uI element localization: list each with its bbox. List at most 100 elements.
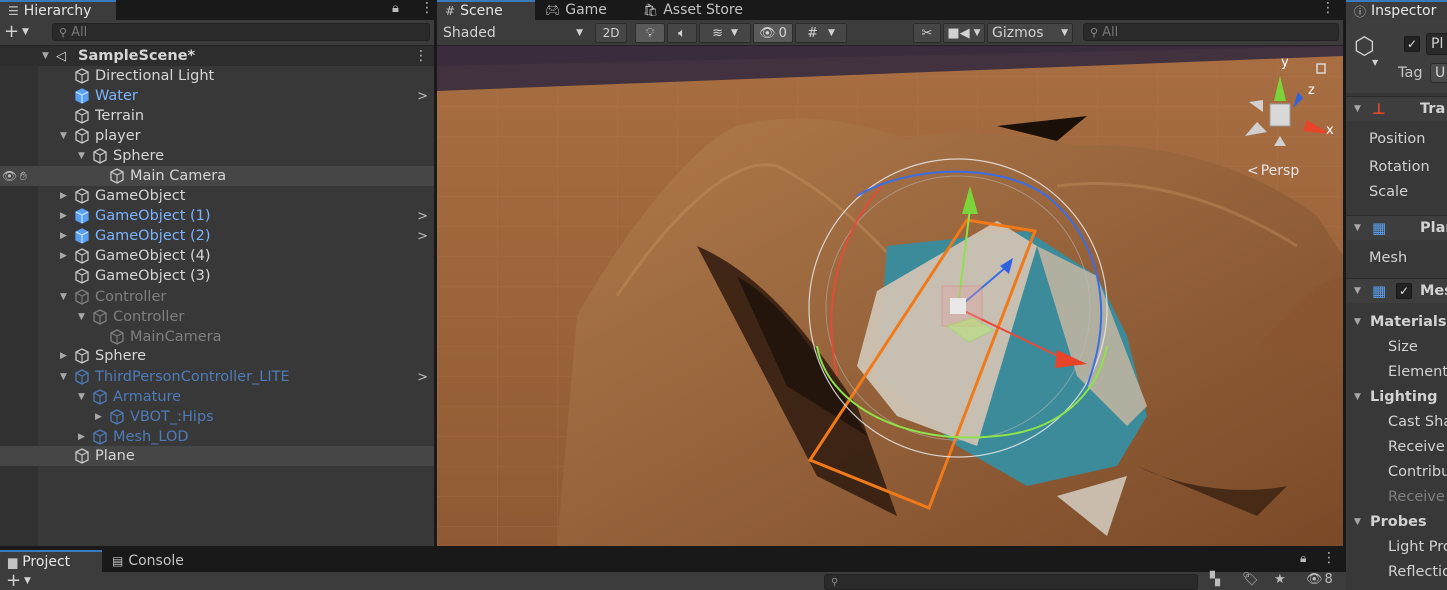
tab-project[interactable]: ▆ Project [0, 550, 102, 572]
tab-menu-icon[interactable]: ⋮ [420, 0, 434, 16]
open-prefab-chevron-icon[interactable]: > [417, 370, 428, 385]
chevron-down-icon[interactable]: ▼ [78, 151, 85, 161]
chevron-down-icon[interactable]: ▼ [1354, 104, 1361, 114]
hidden-packages-toggle[interactable]: 👁︎ 8 [1306, 572, 1333, 587]
scene-root-row[interactable]: ▼ ◁ SampleScene* ⋮ [0, 46, 434, 66]
chevron-down-icon[interactable]: ▼ [42, 51, 49, 61]
hierarchy-item[interactable]: 👁︎ ✋︎ Main Camera [0, 166, 434, 186]
hierarchy-item[interactable]: Plane [0, 446, 434, 466]
hierarchy-search-input[interactable] [71, 24, 429, 40]
hierarchy-item[interactable]: ▶ GameObject [0, 186, 434, 206]
lock-icon[interactable]: 🔒︎ [392, 1, 399, 16]
chevron-down-icon[interactable]: ▼ [60, 292, 67, 302]
hierarchy-item[interactable]: ▶ Mesh_LOD [0, 427, 434, 447]
hierarchy-item[interactable]: Terrain [0, 106, 434, 126]
camera-dropdown[interactable]: ■◀ ▼ [943, 23, 985, 43]
gameobject-cube-icon [93, 148, 107, 164]
hierarchy-item[interactable]: ▶ GameObject (4) [0, 246, 434, 266]
tag-dropdown[interactable]: U [1430, 63, 1447, 83]
scene-menu-icon[interactable]: ⋮ [414, 48, 428, 64]
persp-toggle[interactable]: < Persp [1247, 163, 1299, 179]
hierarchy-item[interactable]: ▼ Sphere [0, 146, 434, 166]
prefab-cube-icon [75, 369, 89, 385]
create-button[interactable]: + ▼ [4, 23, 38, 43]
active-checkbox[interactable]: ✓ [1404, 36, 1420, 52]
hierarchy-item[interactable]: ▶ GameObject (1) > [0, 206, 434, 226]
chevron-right-icon[interactable]: ▶ [60, 251, 67, 261]
grid-dropdown[interactable]: # ▼ [795, 23, 847, 43]
shading-mode-dropdown[interactable]: Shaded ▼ [441, 23, 589, 43]
create-asset-button[interactable]: + ▼ [6, 570, 31, 590]
chevron-down-icon[interactable]: ▼ [60, 372, 67, 382]
scene-viewport[interactable]: y z x < Persp [437, 46, 1343, 546]
effects-dropdown[interactable]: ≋ ▼ [699, 23, 751, 43]
chevron-down-icon[interactable]: ▼ [78, 312, 85, 322]
hierarchy-item[interactable]: ▼ player [0, 126, 434, 146]
star-icon[interactable]: ★ [1274, 572, 1286, 587]
hierarchy-item[interactable]: Directional Light [0, 66, 434, 86]
gizmos-dropdown[interactable]: Gizmos ▼ [987, 23, 1073, 43]
bag-icon: 🛍︎ [643, 3, 659, 17]
tab-asset-store[interactable]: 🛍︎ Asset Store [635, 0, 755, 20]
hierarchy-item[interactable]: ▼ Controller [0, 307, 434, 327]
inspector-property-row[interactable]: ▼ Probes [1346, 509, 1447, 534]
hierarchy-item[interactable]: ▼ Controller [0, 287, 434, 307]
scene-tabbar: # Scene 🎮︎ Game 🛍︎ Asset Store ⋮ [437, 0, 1343, 20]
hierarchy-item[interactable]: ▼ ThirdPersonController_LITE > [0, 367, 434, 387]
chevron-right-icon[interactable]: ▶ [60, 191, 67, 201]
label-icon[interactable]: 🏷︎ [1242, 572, 1259, 587]
chevron-right-icon[interactable]: ▶ [78, 432, 85, 442]
tab-inspector[interactable]: ⓘ Inspector [1346, 0, 1447, 20]
chevron-right-icon[interactable]: ▶ [60, 211, 67, 221]
scene-search-input[interactable] [1102, 24, 1338, 40]
eye-icon[interactable]: 👁︎ [2, 169, 17, 183]
tab-game[interactable]: 🎮︎ Game [537, 0, 619, 20]
chevron-down-icon[interactable]: ▼ [1354, 392, 1361, 402]
tab-menu-icon[interactable]: ⋮ [1322, 550, 1336, 566]
object-name-field[interactable]: Pl [1426, 33, 1447, 55]
project-search[interactable]: ⚲ [824, 574, 1198, 590]
tab-hierarchy[interactable]: ☰ Hierarchy [0, 0, 116, 20]
transform-icon: ⊥ [1372, 100, 1386, 118]
chevron-down-icon[interactable]: ▼ [1354, 223, 1361, 233]
scene-visibility-toggle[interactable]: 👁︎ 0 [753, 23, 793, 43]
open-prefab-chevron-icon[interactable]: > [417, 229, 428, 244]
filter-type-icon[interactable]: ▚ [1210, 572, 1220, 587]
hierarchy-item[interactable]: ▼ Armature [0, 387, 434, 407]
chevron-right-icon[interactable]: ▶ [95, 412, 102, 422]
audio-toggle[interactable]: 🔈︎ [667, 23, 697, 43]
hierarchy-item[interactable]: ▶ Sphere [0, 346, 434, 366]
component-header[interactable]: ▼ ▦ ✓ Mes [1346, 278, 1447, 303]
hierarchy-search[interactable]: ⚲ [52, 23, 430, 41]
chevron-right-icon[interactable]: ▶ [60, 231, 67, 241]
lighting-toggle[interactable]: 💡︎ [635, 23, 665, 43]
scene-tab-menu-icon[interactable]: ⋮ [1321, 0, 1335, 16]
chevron-down-icon[interactable]: ▼ [1354, 317, 1361, 327]
tab-console[interactable]: ▤ Console [104, 550, 204, 572]
component-header[interactable]: ▼ ⊥ Tra [1346, 96, 1447, 121]
chevron-down-icon[interactable]: ▼ [1354, 286, 1361, 296]
open-prefab-chevron-icon[interactable]: > [417, 209, 428, 224]
move-gizmo-center[interactable] [950, 298, 966, 314]
chevron-down-icon[interactable]: ▼ [78, 392, 85, 402]
component-enabled-checkbox[interactable]: ✓ [1396, 283, 1412, 299]
tab-scene[interactable]: # Scene [437, 0, 535, 20]
chevron-down-icon[interactable]: ▼ [60, 131, 67, 141]
tools-button[interactable]: ✂ [913, 23, 941, 43]
lock-icon[interactable]: 🔒︎ [1300, 551, 1306, 566]
hierarchy-item[interactable]: MainCamera [0, 327, 434, 347]
pick-hand-icon[interactable]: ✋︎ [20, 169, 27, 184]
chevron-down-icon[interactable]: ▼ [1354, 517, 1361, 527]
open-prefab-chevron-icon[interactable]: > [417, 89, 428, 104]
2d-toggle[interactable]: 2D [595, 23, 627, 43]
component-header[interactable]: ▼ ▦ Plan [1346, 215, 1447, 240]
hierarchy-item[interactable]: GameObject (3) [0, 266, 434, 286]
hierarchy-item[interactable]: Water > [0, 86, 434, 106]
inspector-row-label: Mes [1420, 283, 1447, 299]
hierarchy-item[interactable]: ▶ GameObject (2) > [0, 226, 434, 246]
inspector-property-row[interactable]: ▼ Materials [1346, 309, 1447, 334]
scene-search[interactable]: ⚲ [1083, 23, 1339, 41]
hierarchy-item[interactable]: ▶ VBOT_:Hips [0, 407, 434, 427]
inspector-property-row[interactable]: ▼ Lighting [1346, 384, 1447, 409]
chevron-right-icon[interactable]: ▶ [60, 351, 67, 361]
